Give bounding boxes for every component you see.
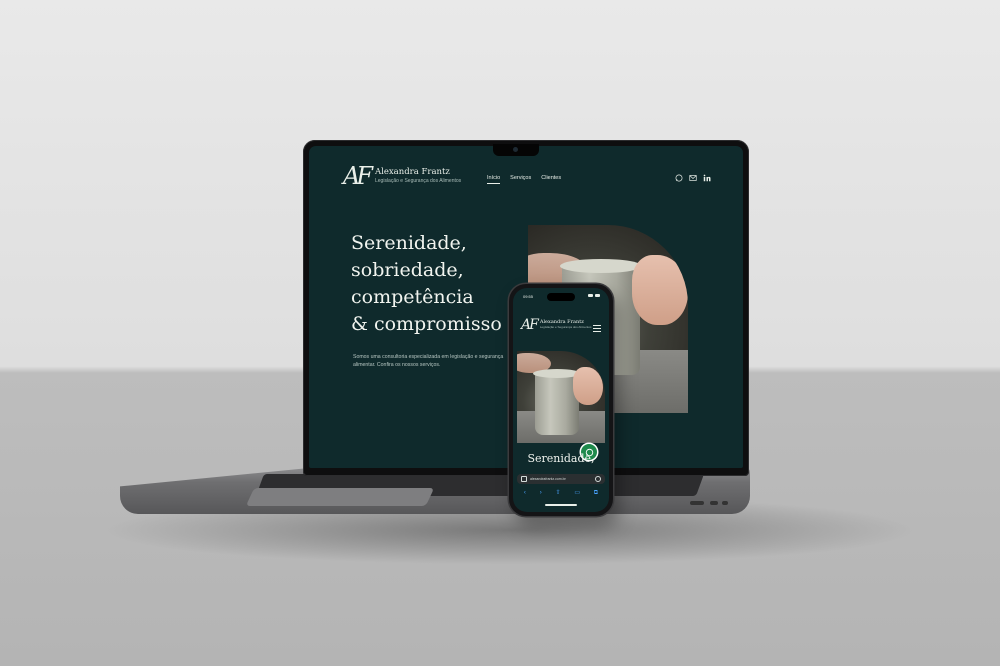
bookmarks-icon[interactable]: ▭ xyxy=(574,490,580,496)
whatsapp-icon[interactable] xyxy=(675,174,683,182)
status-time: 09:55 xyxy=(523,294,534,299)
photo-mug-rim xyxy=(560,259,642,273)
main-nav: Início Serviços Clientes xyxy=(487,175,561,184)
logo-text: Alexandra Frantz Legislação e Segurança … xyxy=(540,320,592,329)
page-settings-icon[interactable] xyxy=(521,476,527,482)
back-icon[interactable]: ‹ xyxy=(524,490,526,496)
battery-icon xyxy=(595,294,600,297)
status-icons xyxy=(588,294,600,297)
logo-tagline: Legislação e Segurança dos Alimentos xyxy=(539,324,592,329)
mobile-hero-photo-mug xyxy=(517,351,605,443)
laptop-notch xyxy=(493,144,539,156)
browser-toolbar: ‹ › ⇧ ▭ ⧉ xyxy=(517,488,605,498)
laptop-trackpad xyxy=(245,488,435,506)
laptop-port xyxy=(710,501,718,505)
laptop-port xyxy=(690,501,704,505)
mail-icon[interactable] xyxy=(689,174,697,182)
camera-dot xyxy=(513,147,518,152)
signal-icon xyxy=(588,294,593,297)
phone-device: 09:55 AF Alexandra Frantz Legislação e S… xyxy=(509,284,613,516)
site-logo[interactable]: AF Alexandra Frantz Legislação e Seguran… xyxy=(343,164,461,188)
hamburger-menu-icon[interactable] xyxy=(593,325,601,334)
share-icon[interactable]: ⇧ xyxy=(555,490,560,496)
browser-url-bar[interactable]: alexandrafrantz.com.br xyxy=(517,474,605,484)
url-text: alexandrafrantz.com.br xyxy=(530,477,566,481)
logo-mark: AF xyxy=(343,162,373,190)
linkedin-icon[interactable] xyxy=(703,174,711,182)
nav-item-clientes[interactable]: Clientes xyxy=(541,175,561,184)
hero-title-line: Serenidade, xyxy=(351,232,467,254)
mobile-hero-title: Serenidade, xyxy=(527,452,595,465)
logo-tagline: Legislação e Segurança dos Alimentos xyxy=(374,177,462,184)
logo-name: Alexandra Frantz xyxy=(374,167,450,178)
photo-hand xyxy=(632,255,688,325)
nav-item-servicos[interactable]: Serviços xyxy=(510,175,531,184)
home-indicator xyxy=(545,504,577,506)
laptop-port xyxy=(722,501,728,505)
reload-icon[interactable] xyxy=(595,476,601,482)
forward-icon[interactable]: › xyxy=(540,490,542,496)
mobile-logo[interactable]: AF Alexandra Frantz Legislação e Seguran… xyxy=(521,318,592,332)
tabs-icon[interactable]: ⧉ xyxy=(594,490,598,496)
social-links xyxy=(675,174,711,182)
phone-screen: 09:55 AF Alexandra Frantz Legislação e S… xyxy=(513,288,609,512)
hero-description: Somos uma consultoria especializada em l… xyxy=(353,354,504,368)
hero-title-line: sobriedade, xyxy=(351,258,464,281)
logo-text: Alexandra Frantz Legislação e Segurança … xyxy=(374,167,462,184)
nav-item-inicio[interactable]: Início xyxy=(487,175,501,184)
dynamic-island xyxy=(547,293,575,301)
mockup-scene: AF Alexandra Frantz Legislação e Seguran… xyxy=(0,0,1000,666)
logo-mark: AF xyxy=(521,317,539,333)
photo-hand xyxy=(573,367,603,405)
